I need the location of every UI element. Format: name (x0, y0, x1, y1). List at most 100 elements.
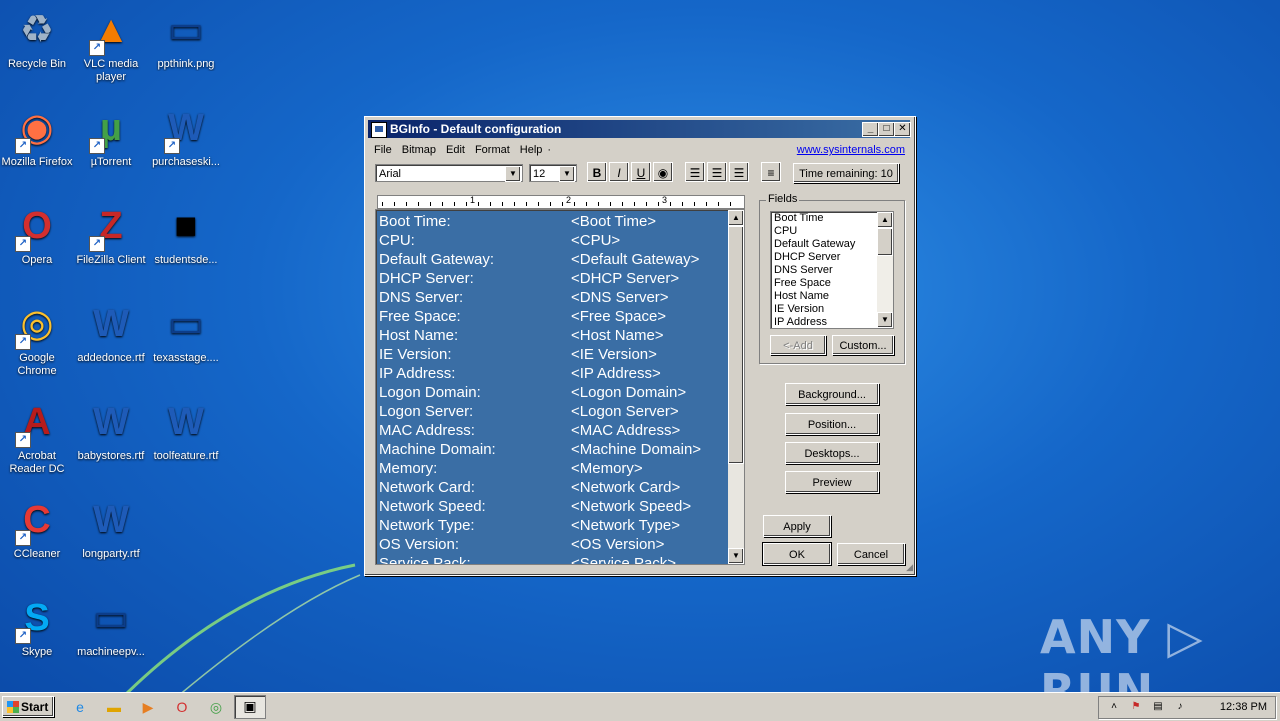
align-left-icon[interactable]: ☰ (685, 162, 705, 182)
time-remaining-button[interactable]: Time remaining: 10 (793, 163, 899, 183)
editor-row[interactable]: OS Version: <OS Version> (378, 535, 728, 554)
editor-row[interactable]: Boot Time: <Boot Time> (378, 212, 728, 231)
field-list-item[interactable]: DHCP Server (771, 251, 893, 264)
editor-row[interactable]: IP Address: <IP Address> (378, 364, 728, 383)
tray-expand-icon[interactable]: ˄ (1107, 700, 1121, 714)
editor-scrollbar[interactable]: ▲ ▼ (728, 210, 744, 564)
editor-row[interactable]: DNS Server: <DNS Server> (378, 288, 728, 307)
italic-button[interactable]: I (609, 162, 629, 182)
media-player-icon[interactable]: ▶ (138, 697, 158, 717)
align-center-icon[interactable]: ☰ (707, 162, 727, 182)
cancel-button[interactable]: Cancel (837, 543, 905, 565)
editor-row[interactable]: Machine Domain: <Machine Domain> (378, 440, 728, 459)
chrome-icon[interactable]: ◎ (206, 697, 226, 717)
font-color-icon[interactable]: ◉ (653, 162, 673, 182)
desktop-icon[interactable]: Waddedonce.rtf (74, 300, 148, 365)
desktop-icon[interactable]: ◎ ↗ Google Chrome (0, 300, 74, 378)
bginfo-taskbar-icon[interactable]: ▣ (234, 695, 266, 719)
desktop-icon[interactable]: ♻ Recycle Bin (0, 6, 74, 71)
field-list-item[interactable]: Default Gateway (771, 238, 893, 251)
editor-row[interactable]: Network Speed: <Network Speed> (378, 497, 728, 516)
editor-row[interactable]: IE Version: <IE Version> (378, 345, 728, 364)
desktop-icon[interactable]: O ↗ Opera (0, 202, 74, 267)
chevron-down-icon[interactable]: ▼ (505, 166, 521, 182)
bold-button[interactable]: B (587, 162, 607, 182)
font-name-combo[interactable]: Arial ▼ (375, 164, 523, 182)
field-list-item[interactable]: Boot Time (771, 212, 893, 225)
menu-edit[interactable]: Edit (441, 141, 470, 159)
desktops-button[interactable]: Desktops... (785, 442, 879, 464)
menu-format[interactable]: Format (470, 141, 515, 159)
field-list-item[interactable]: Free Space (771, 277, 893, 290)
editor-row[interactable]: Network Card: <Network Card> (378, 478, 728, 497)
desktop-icon[interactable]: Wlongparty.rtf (74, 496, 148, 561)
editor-row[interactable]: Network Type: <Network Type> (378, 516, 728, 535)
network-icon[interactable]: ▤ (1151, 700, 1165, 714)
editor-row[interactable]: MAC Address: <MAC Address> (378, 421, 728, 440)
chevron-down-icon[interactable]: ▼ (559, 166, 575, 182)
scroll-up-icon[interactable]: ▲ (877, 212, 893, 228)
clock[interactable]: 12:38 PM (1220, 697, 1267, 718)
desktop-icon[interactable]: ▭ machineepv... (74, 594, 148, 659)
editor-row[interactable]: Memory: <Memory> (378, 459, 728, 478)
sysinternals-link[interactable]: www.sysinternals.com (797, 141, 905, 159)
editor-row[interactable]: Logon Server: <Logon Server> (378, 402, 728, 421)
bullet-list-icon[interactable]: ≡ (761, 162, 781, 182)
minimize-button[interactable]: _ (862, 122, 879, 137)
opera-icon[interactable]: O (172, 697, 192, 717)
desktop-icon[interactable]: ▭ texasstage.... (149, 300, 223, 365)
internet-explorer-icon[interactable]: e (70, 697, 90, 717)
field-list-item[interactable]: DNS Server (771, 264, 893, 277)
custom-field-button[interactable]: Custom... (832, 335, 894, 355)
desktop-icon[interactable]: Wtoolfeature.rtf (149, 398, 223, 463)
scroll-down-icon[interactable]: ▼ (728, 548, 744, 564)
editor-row[interactable]: Default Gateway: <Default Gateway> (378, 250, 728, 269)
add-field-button[interactable]: <-Add (770, 335, 826, 355)
editor-row[interactable]: Free Space: <Free Space> (378, 307, 728, 326)
scroll-up-icon[interactable]: ▲ (728, 210, 744, 226)
field-list-item[interactable]: IP Address (771, 316, 893, 328)
desktop-icon[interactable]: µ ↗ µTorrent (74, 104, 148, 169)
scroll-thumb[interactable] (877, 228, 893, 256)
fields-list[interactable]: Boot Time CPU Default Gateway DHCP Server DN… (770, 211, 894, 329)
ok-button[interactable]: OK (762, 542, 832, 566)
scroll-thumb[interactable] (728, 226, 744, 464)
template-editor[interactable]: Boot Time: <Boot Time> CPU: <CPU> Default Ga… (375, 209, 745, 565)
desktop-icon[interactable]: ◉ ↗ Mozilla Firefox (0, 104, 74, 169)
fields-scrollbar[interactable]: ▲ ▼ (877, 212, 893, 328)
desktop-icon[interactable]: W ↗ purchaseski... (149, 104, 223, 169)
menu-bitmap[interactable]: Bitmap (397, 141, 441, 159)
editor-row[interactable]: Logon Domain: <Logon Domain> (378, 383, 728, 402)
preview-button[interactable]: Preview (785, 471, 879, 493)
scroll-down-icon[interactable]: ▼ (877, 312, 893, 328)
desktop-icon[interactable]: Z ↗ FileZilla Client (74, 202, 148, 267)
field-list-item[interactable]: CPU (771, 225, 893, 238)
editor-row[interactable]: CPU: <CPU> (378, 231, 728, 250)
editor-row[interactable]: DHCP Server: <DHCP Server> (378, 269, 728, 288)
desktop-icon[interactable]: ▲ ↗ VLC media player (74, 6, 148, 84)
background-button[interactable]: Background... (785, 383, 879, 405)
file-explorer-icon[interactable]: ▬ (104, 697, 124, 717)
action-center-icon[interactable]: ⚑ (1129, 700, 1143, 714)
font-size-combo[interactable]: 12 ▼ (529, 164, 577, 182)
menu-help[interactable]: Help (515, 141, 548, 159)
volume-icon[interactable]: ♪ (1173, 700, 1187, 714)
menu-file[interactable]: File (369, 141, 397, 159)
field-list-item[interactable]: IE Version (771, 303, 893, 316)
editor-row[interactable]: Service Pack: <Service Pack> (378, 554, 728, 564)
desktop-icon[interactable]: C ↗ CCleaner (0, 496, 74, 561)
close-button[interactable]: ✕ (894, 122, 911, 137)
position-button[interactable]: Position... (785, 413, 879, 435)
underline-button[interactable]: U (631, 162, 651, 182)
start-button[interactable]: Start (2, 696, 54, 717)
title-bar[interactable]: BGInfo - Default configuration _ □ ✕ (368, 120, 911, 138)
resize-grip-icon[interactable]: ◢ (906, 562, 913, 573)
desktop-icon[interactable]: Wbabystores.rtf (74, 398, 148, 463)
align-right-icon[interactable]: ☰ (729, 162, 749, 182)
maximize-button[interactable]: □ (878, 122, 895, 137)
desktop-icon[interactable]: S ↗ Skype (0, 594, 74, 659)
field-list-item[interactable]: Host Name (771, 290, 893, 303)
editor-row[interactable]: Host Name: <Host Name> (378, 326, 728, 345)
desktop-icon[interactable]: ▭ ppthink.png (149, 6, 223, 71)
desktop-icon[interactable]: ■ studentsde... (149, 202, 223, 267)
